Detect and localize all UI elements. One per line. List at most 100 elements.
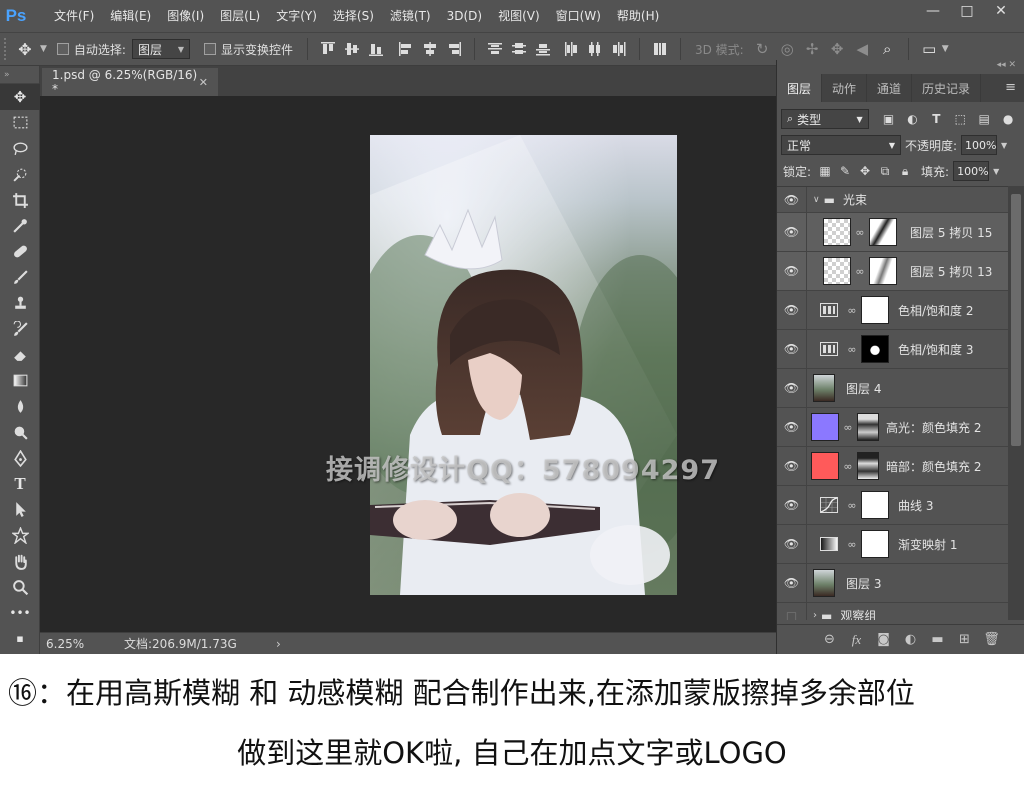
- tab-layers[interactable]: 图层: [777, 74, 823, 102]
- menu-type[interactable]: 文字(Y): [268, 0, 325, 32]
- layers-scrollbar[interactable]: [1008, 186, 1024, 620]
- align-left-icon[interactable]: [394, 37, 418, 61]
- menu-help[interactable]: 帮助(H): [609, 0, 667, 32]
- path-selection-tool-icon[interactable]: [0, 497, 40, 523]
- layer-row[interactable]: 👁︎ ∞ 渐变映射 1: [777, 525, 1009, 564]
- menu-layer[interactable]: 图层(L): [212, 0, 268, 32]
- visibility-eye-icon[interactable]: 👁︎: [777, 213, 807, 251]
- visibility-eye-icon[interactable]: 👁︎: [777, 447, 807, 485]
- fill-field[interactable]: 100%: [953, 161, 990, 181]
- canvas-photo[interactable]: [370, 135, 677, 595]
- visibility-eye-icon[interactable]: 👁︎: [777, 369, 807, 407]
- layer-name[interactable]: 高光：颜色填充 2: [886, 419, 981, 436]
- layer-name[interactable]: 渐变映射 1: [898, 536, 957, 553]
- layer-name[interactable]: 色相/饱和度 2: [898, 302, 974, 319]
- maximize-button[interactable]: □: [950, 0, 984, 22]
- filter-adjustment-icon[interactable]: ◐: [901, 109, 925, 129]
- layer-mask-thumbnail[interactable]: [869, 257, 897, 285]
- custom-shape-tool-icon[interactable]: [0, 523, 40, 549]
- clone-stamp-tool-icon[interactable]: [0, 290, 40, 316]
- filter-type-icon[interactable]: T: [924, 109, 948, 129]
- panel-menu-icon[interactable]: ≡: [1005, 80, 1016, 95]
- 3d-scale-icon[interactable]: ◀: [850, 37, 875, 61]
- link-chain-icon[interactable]: ∞: [854, 265, 866, 278]
- lock-position-icon[interactable]: ✥: [855, 164, 875, 178]
- layer-name[interactable]: 暗部：颜色填充 2: [886, 458, 981, 475]
- menu-3d[interactable]: 3D(D): [439, 0, 490, 32]
- distribute-right-icon[interactable]: [607, 37, 631, 61]
- layer-row[interactable]: 👁︎ ∞ 色相/饱和度 3: [777, 330, 1009, 369]
- layer-mask-thumbnail[interactable]: [857, 452, 879, 480]
- chevron-right-icon[interactable]: ›: [813, 610, 817, 620]
- lasso-tool-icon[interactable]: [0, 136, 40, 162]
- layer-row[interactable]: 👁︎ ∞ 色相/饱和度 2: [777, 291, 1009, 330]
- layer-name[interactable]: 图层 3: [846, 575, 881, 592]
- auto-select-checkbox[interactable]: [56, 43, 69, 55]
- visibility-eye-icon[interactable]: 👁︎: [777, 525, 807, 563]
- gradient-tool-icon[interactable]: [0, 368, 40, 394]
- tab-actions[interactable]: 动作: [822, 74, 868, 102]
- layer-mask-thumbnail[interactable]: [861, 335, 889, 363]
- eraser-tool-icon[interactable]: [0, 342, 40, 368]
- menu-view[interactable]: 视图(V): [490, 0, 548, 32]
- blur-tool-icon[interactable]: [0, 394, 40, 420]
- visibility-eye-icon[interactable]: 👁︎: [777, 564, 807, 602]
- swap-colors-icon[interactable]: ▪: [0, 626, 40, 652]
- auto-select-dropdown[interactable]: 图层 ▼: [131, 39, 190, 59]
- layer-name[interactable]: 图层 5 拷贝 15: [910, 224, 992, 241]
- layer-mask-thumbnail[interactable]: [861, 491, 889, 519]
- zoom-tool-icon[interactable]: [0, 574, 40, 600]
- zoom-level[interactable]: 6.25%: [40, 637, 102, 651]
- link-layers-icon[interactable]: ⊖: [816, 629, 843, 651]
- layer-row[interactable]: 👁︎ ∞ 曲线 3: [777, 486, 1009, 525]
- layer-row[interactable]: 👁︎ ∞ 图层 5 拷贝 15: [777, 213, 1009, 252]
- link-chain-icon[interactable]: ∞: [846, 499, 858, 512]
- distribute-left-icon[interactable]: [559, 37, 583, 61]
- layer-row[interactable]: 👁︎ ∞ 高光：颜色填充 2: [777, 408, 1009, 447]
- distribute-hcenter-icon[interactable]: [583, 37, 607, 61]
- canvas-area[interactable]: 接调修设计QQ：578094297: [40, 96, 776, 632]
- layer-name[interactable]: 曲线 3: [898, 497, 933, 514]
- chevron-down-icon[interactable]: ▼: [993, 167, 999, 176]
- layer-row[interactable]: 👁︎ ∨ ▬ 光束: [777, 187, 1009, 213]
- align-vcenter-icon[interactable]: [340, 37, 364, 61]
- document-tab[interactable]: 1.psd @ 6.25%(RGB/16) * ✕: [42, 68, 218, 96]
- eyedropper-tool-icon[interactable]: [0, 213, 40, 239]
- layer-name[interactable]: 光束: [843, 191, 867, 208]
- dodge-tool-icon[interactable]: [0, 419, 40, 445]
- filter-pixel-icon[interactable]: ▣: [877, 109, 901, 129]
- visibility-eye-icon[interactable]: 👁︎: [777, 408, 807, 446]
- layer-mask-thumbnail[interactable]: [869, 218, 897, 246]
- panel-collapse-icon[interactable]: ◂◂ ✕: [777, 60, 1024, 74]
- tool-preset-caret-icon[interactable]: ▼: [40, 44, 47, 54]
- chevron-down-icon[interactable]: ▼: [1001, 141, 1007, 150]
- layer-name[interactable]: 色相/饱和度 3: [898, 341, 974, 358]
- document-info[interactable]: 文档:206.9M/1.73G: [124, 635, 270, 652]
- tab-history[interactable]: 历史记录: [912, 74, 982, 102]
- new-layer-icon[interactable]: ⊞: [951, 629, 978, 651]
- trash-icon[interactable]: 🗑︎: [978, 629, 1005, 651]
- lock-all-icon[interactable]: 🔒︎: [895, 164, 915, 179]
- layer-row[interactable]: 👁︎ 图层 4: [777, 369, 1009, 408]
- chevron-right-icon[interactable]: ›: [276, 637, 281, 651]
- type-tool-icon[interactable]: T: [0, 471, 40, 497]
- layer-name[interactable]: 观察组: [840, 607, 876, 620]
- search-icon[interactable]: ⌕: [875, 37, 900, 61]
- color-fill-thumbnail[interactable]: [811, 452, 839, 480]
- menu-filter[interactable]: 滤镜(T): [382, 0, 439, 32]
- distribute-bottom-icon[interactable]: [531, 37, 555, 61]
- close-window-button[interactable]: ✕: [984, 0, 1018, 22]
- pen-tool-icon[interactable]: [0, 445, 40, 471]
- menu-image[interactable]: 图像(I): [159, 0, 212, 32]
- color-fill-thumbnail[interactable]: [811, 413, 839, 441]
- menu-edit[interactable]: 编辑(E): [102, 0, 159, 32]
- layer-name[interactable]: 图层 5 拷贝 13: [910, 263, 992, 280]
- menu-file[interactable]: 文件(F): [46, 0, 102, 32]
- lock-artboard-icon[interactable]: ⧉: [875, 164, 895, 179]
- 3d-slide-icon[interactable]: ✥: [825, 37, 850, 61]
- filter-toggle-icon[interactable]: ●: [996, 109, 1020, 129]
- scrollbar-thumb[interactable]: [1011, 194, 1021, 446]
- auto-align-icon[interactable]: [648, 37, 672, 61]
- show-transform-checkbox[interactable]: [203, 43, 216, 55]
- move-tool-preset-icon[interactable]: ✥: [10, 37, 40, 61]
